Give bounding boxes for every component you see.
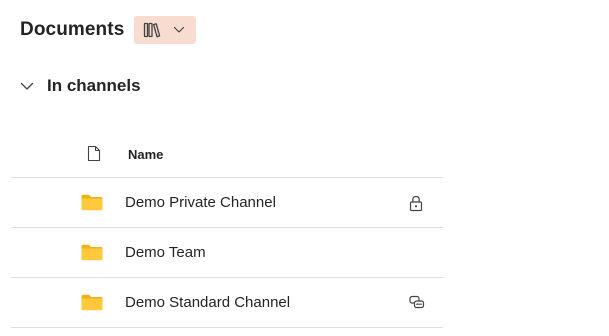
table-row[interactable]: Demo Team (11, 228, 443, 278)
name-column-header[interactable]: Name (128, 147, 163, 162)
library-switcher-button[interactable] (134, 16, 197, 44)
chevron-down-icon (173, 26, 185, 34)
section-title: In channels (47, 76, 141, 95)
lock-icon (409, 195, 423, 212)
table-row[interactable]: Demo Private Channel (11, 178, 443, 228)
document-icon[interactable] (87, 145, 101, 162)
in-channels-section-toggle[interactable]: In channels (20, 74, 141, 98)
library-icon (143, 22, 161, 38)
shared-link-icon (409, 295, 425, 310)
table-row[interactable]: Demo Standard Channel (11, 278, 443, 328)
list-item-name[interactable]: Demo Standard Channel (125, 294, 290, 311)
document-list: Name Demo Private Channel Demo Team Demo… (11, 130, 443, 328)
list-header: Name (11, 130, 443, 178)
folder-icon (81, 294, 103, 311)
page-header: Documents (20, 16, 197, 44)
page-title: Documents (20, 19, 125, 40)
list-item-name[interactable]: Demo Team (125, 244, 206, 261)
folder-icon (81, 244, 103, 261)
folder-icon (81, 194, 103, 211)
chevron-down-icon (20, 82, 36, 91)
list-item-name[interactable]: Demo Private Channel (125, 194, 276, 211)
